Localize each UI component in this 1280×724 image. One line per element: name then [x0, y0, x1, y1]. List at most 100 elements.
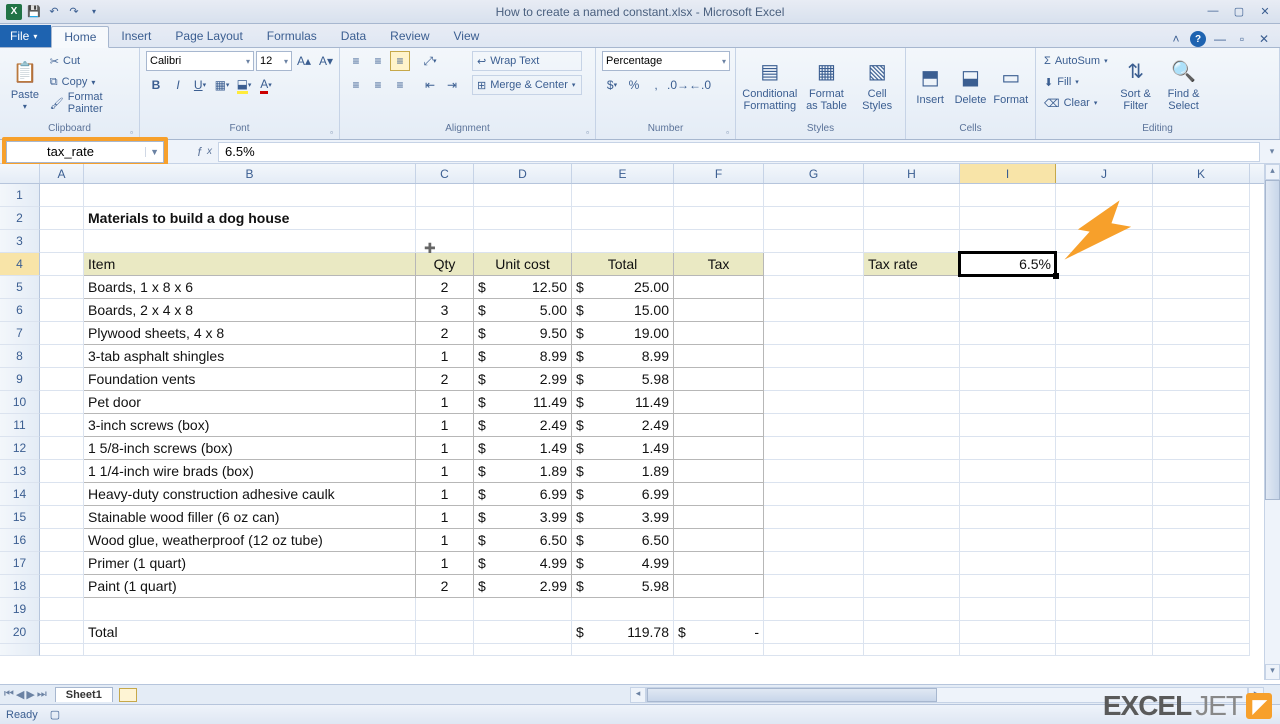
grand-total[interactable]: $119.78	[572, 621, 674, 644]
qty-cell[interactable]: 1	[416, 414, 474, 437]
tax-total[interactable]: $-	[674, 621, 764, 644]
fill-color-button[interactable]: ⬓▾	[234, 75, 254, 95]
tab-data[interactable]: Data	[329, 25, 378, 47]
font-color-button[interactable]: A▾	[256, 75, 276, 95]
row-header[interactable]: 13	[0, 460, 40, 483]
font-size-combo[interactable]: 12▾	[256, 51, 292, 71]
tax-cell[interactable]	[674, 437, 764, 460]
fx-button[interactable]: fx	[170, 145, 218, 159]
col-K[interactable]: K	[1153, 164, 1250, 183]
copy-button[interactable]: ⧉Copy▾	[48, 72, 133, 92]
row-header[interactable]: 11	[0, 414, 40, 437]
unit-cell[interactable]: $2.99	[474, 575, 572, 598]
unit-cell[interactable]: $3.99	[474, 506, 572, 529]
qty-cell[interactable]: 1	[416, 529, 474, 552]
unit-cell[interactable]: $1.89	[474, 460, 572, 483]
insert-cells-button[interactable]: ⬒Insert	[912, 51, 948, 119]
qty-cell[interactable]: 2	[416, 322, 474, 345]
item-cell[interactable]: Boards, 2 x 4 x 8	[84, 299, 416, 322]
col-F[interactable]: F	[674, 164, 764, 183]
fill-button[interactable]: ⬇Fill▾	[1042, 72, 1110, 92]
row-header[interactable]: 3	[0, 230, 40, 253]
total-cell[interactable]: $8.99	[572, 345, 674, 368]
qty-cell[interactable]: 1	[416, 345, 474, 368]
align-top-icon[interactable]: ≡	[346, 51, 366, 71]
scroll-up-icon[interactable]: ▴	[1265, 164, 1280, 180]
comma-icon[interactable]: ,	[646, 75, 666, 95]
tax-rate-cell[interactable]: 6.5%	[960, 253, 1056, 276]
tax-cell[interactable]	[674, 529, 764, 552]
expand-formula-icon[interactable]: ▾	[1264, 146, 1280, 157]
border-button[interactable]: ▦▾	[212, 75, 232, 95]
item-cell[interactable]: 3-inch screws (box)	[84, 414, 416, 437]
col-D[interactable]: D	[474, 164, 572, 183]
wb-restore-icon[interactable]: ▫	[1234, 31, 1250, 47]
delete-cells-button[interactable]: ⬓Delete	[952, 51, 988, 119]
item-cell[interactable]: Foundation vents	[84, 368, 416, 391]
decrease-indent-icon[interactable]: ⇤	[420, 75, 440, 95]
tax-cell[interactable]	[674, 483, 764, 506]
tab-review[interactable]: Review	[378, 25, 441, 47]
name-box[interactable]: tax_rate▼	[6, 141, 164, 163]
row-header[interactable]: 2	[0, 207, 40, 230]
col-G[interactable]: G	[764, 164, 864, 183]
row-header[interactable]: 6	[0, 299, 40, 322]
save-icon[interactable]: 💾	[26, 4, 42, 20]
dialog-launcher-icon[interactable]: ▫	[726, 128, 729, 137]
unit-cell[interactable]: $2.49	[474, 414, 572, 437]
header-total[interactable]: Total	[572, 253, 674, 276]
first-sheet-icon[interactable]: ⏮	[4, 688, 14, 701]
total-cell[interactable]: $5.98	[572, 575, 674, 598]
tax-cell[interactable]	[674, 391, 764, 414]
format-as-table-button[interactable]: ▦Format as Table	[802, 51, 852, 119]
row-header[interactable]	[0, 644, 40, 656]
dialog-launcher-icon[interactable]: ▫	[586, 128, 589, 137]
row-header[interactable]: 10	[0, 391, 40, 414]
total-cell[interactable]: $3.99	[572, 506, 674, 529]
dialog-launcher-icon[interactable]: ▫	[330, 128, 333, 137]
last-sheet-icon[interactable]: ⏭	[37, 688, 47, 701]
qty-cell[interactable]: 2	[416, 368, 474, 391]
tab-view[interactable]: View	[442, 25, 492, 47]
sheet-tab-sheet1[interactable]: Sheet1	[55, 687, 113, 702]
row-header[interactable]: 16	[0, 529, 40, 552]
undo-icon[interactable]: ↶	[46, 4, 62, 20]
total-cell[interactable]: $5.98	[572, 368, 674, 391]
wrap-text-button[interactable]: ↩Wrap Text	[472, 51, 582, 71]
row-header[interactable]: 5	[0, 276, 40, 299]
currency-icon[interactable]: $▾	[602, 75, 622, 95]
clear-button[interactable]: ⌫Clear▾	[1042, 93, 1110, 113]
scroll-thumb[interactable]	[1265, 180, 1280, 500]
row-header[interactable]: 4	[0, 253, 40, 276]
cell-styles-button[interactable]: ▧Cell Styles	[855, 51, 899, 119]
minimize-ribbon-icon[interactable]: ˄	[1168, 31, 1184, 47]
next-sheet-icon[interactable]: ▶	[26, 688, 34, 701]
tax-cell[interactable]	[674, 506, 764, 529]
vertical-scrollbar[interactable]: ▴ ▾	[1264, 164, 1280, 680]
cut-button[interactable]: ✂Cut	[48, 51, 133, 71]
maximize-icon[interactable]: ▢	[1230, 5, 1248, 18]
number-format-combo[interactable]: Percentage▾	[602, 51, 730, 71]
decrease-decimal-icon[interactable]: ←.0	[690, 75, 710, 95]
help-icon[interactable]: ?	[1190, 31, 1206, 47]
scroll-left-icon[interactable]: ◂	[630, 687, 646, 703]
tax-cell[interactable]	[674, 299, 764, 322]
sheet-title[interactable]: Materials to build a dog house	[84, 207, 416, 230]
worksheet-grid[interactable]: A B C D E F G H I J K 12Materials to bui…	[0, 164, 1280, 684]
item-cell[interactable]: Primer (1 quart)	[84, 552, 416, 575]
chevron-down-icon[interactable]: ▼	[145, 147, 159, 157]
qty-cell[interactable]: 1	[416, 460, 474, 483]
paste-button[interactable]: 📋 Paste ▾	[6, 51, 44, 119]
orientation-icon[interactable]: ⤢▾	[420, 51, 440, 71]
wb-minimize-icon[interactable]: —	[1212, 31, 1228, 47]
unit-cell[interactable]: $1.49	[474, 437, 572, 460]
item-cell[interactable]: Plywood sheets, 4 x 8	[84, 322, 416, 345]
row-header[interactable]: 8	[0, 345, 40, 368]
total-cell[interactable]: $1.89	[572, 460, 674, 483]
minimize-icon[interactable]: —	[1204, 5, 1222, 18]
item-cell[interactable]: Heavy-duty construction adhesive caulk	[84, 483, 416, 506]
qty-cell[interactable]: 3	[416, 299, 474, 322]
align-bottom-icon[interactable]: ≡	[390, 51, 410, 71]
item-cell[interactable]: 3-tab asphalt shingles	[84, 345, 416, 368]
row-header[interactable]: 15	[0, 506, 40, 529]
